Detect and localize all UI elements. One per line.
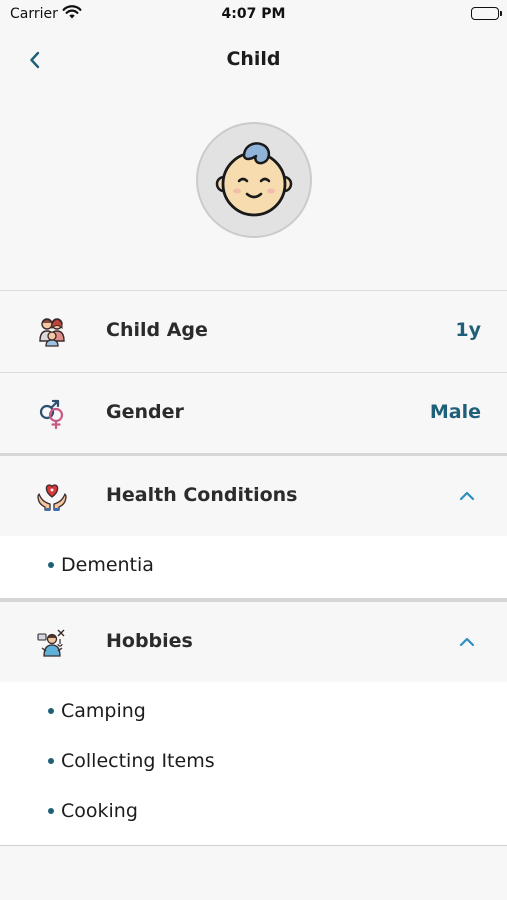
list-item: Dementia	[48, 554, 154, 576]
gender-label: Gender	[106, 401, 184, 423]
health-condition-text: Dementia	[61, 554, 154, 576]
hobby-text: Cooking	[61, 800, 138, 822]
navigation-bar: Child	[0, 36, 507, 84]
child-profile-screen: Carrier 4:07 PM Child Child Age 1y Gende…	[0, 0, 507, 900]
chevron-up-icon[interactable]	[457, 632, 477, 652]
list-item: Camping	[48, 700, 146, 722]
chevron-up-icon[interactable]	[457, 486, 477, 506]
heart-hands-icon	[36, 480, 68, 512]
battery-icon	[471, 7, 502, 20]
status-bar: Carrier 4:07 PM	[0, 0, 507, 28]
gender-symbols-icon	[36, 397, 68, 430]
hobby-text: Camping	[61, 700, 146, 722]
list-item: Cooking	[48, 800, 138, 822]
health-conditions-label: Health Conditions	[106, 484, 298, 506]
avatar	[196, 122, 312, 238]
hobbies-label: Hobbies	[106, 630, 193, 652]
child-age-label: Child Age	[106, 319, 208, 341]
list-item: Collecting Items	[48, 750, 215, 772]
health-conditions-list: Dementia	[0, 536, 507, 598]
hobbies-row[interactable]: Hobbies	[0, 602, 507, 682]
child-age-value: 1y	[455, 319, 481, 341]
bullet	[48, 708, 54, 714]
hobby-text: Collecting Items	[61, 750, 215, 772]
page-title: Child	[226, 48, 281, 70]
health-conditions-row[interactable]: Health Conditions	[0, 456, 507, 536]
hobbies-person-icon	[36, 626, 68, 658]
gender-row: Gender Male	[0, 373, 507, 453]
family-icon	[36, 315, 68, 347]
bullet	[48, 562, 54, 568]
gender-value: Male	[429, 401, 481, 423]
hobbies-list: Camping Collecting Items Cooking	[0, 682, 507, 845]
child-age-row: Child Age 1y	[0, 291, 507, 371]
baby-face-icon	[215, 142, 293, 217]
divider	[0, 845, 507, 846]
status-time: 4:07 PM	[221, 6, 286, 22]
bullet	[48, 808, 54, 814]
bullet	[48, 758, 54, 764]
